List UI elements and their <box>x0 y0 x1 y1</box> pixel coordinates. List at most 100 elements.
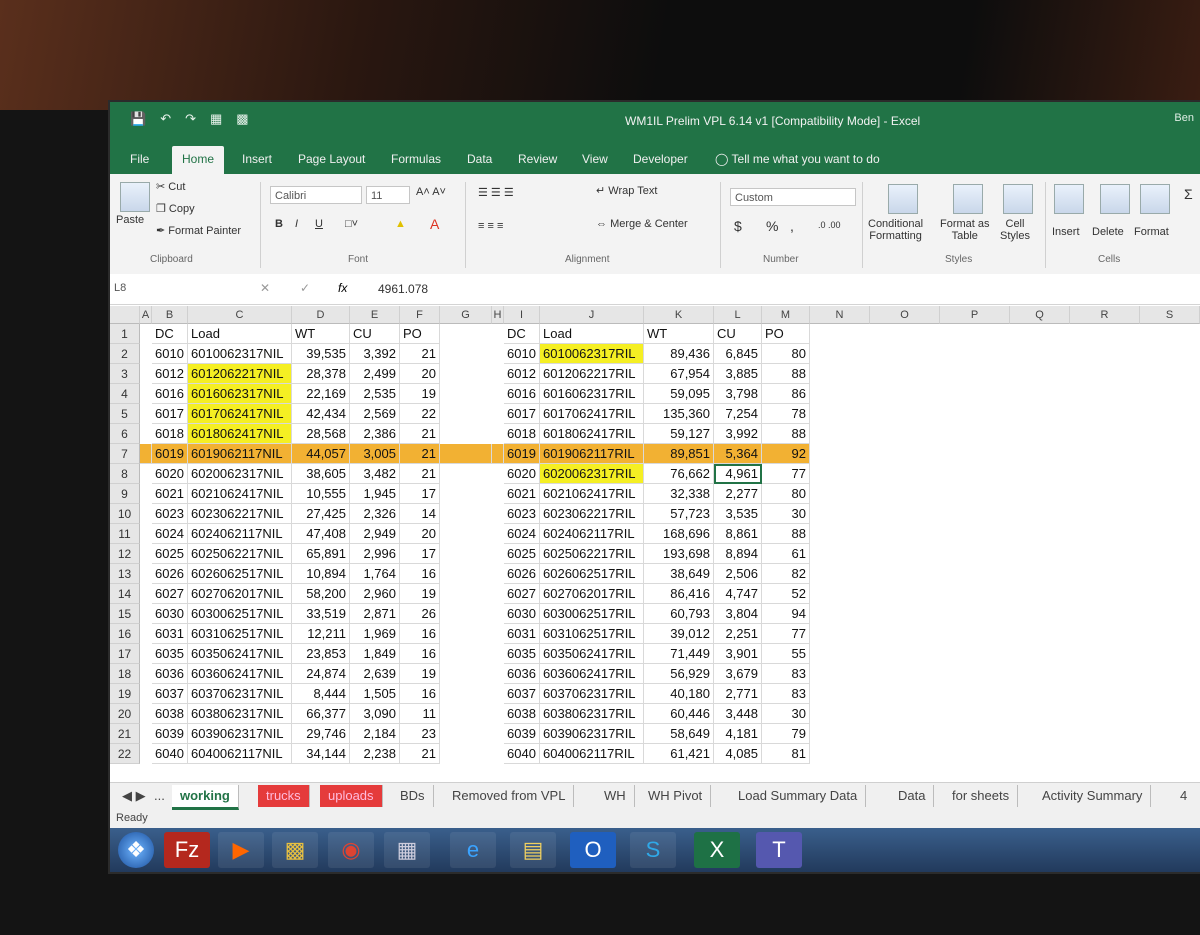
table-cell[interactable]: 6036 <box>504 664 540 684</box>
sheet-tab-wh-pivot[interactable]: WH Pivot <box>640 785 712 807</box>
name-box[interactable]: L8 <box>110 279 214 297</box>
table-cell[interactable]: 30 <box>762 704 810 724</box>
table-cell[interactable]: 17 <box>400 544 440 564</box>
table-cell[interactable]: 89,851 <box>644 444 714 464</box>
table-cell[interactable]: 2,871 <box>350 604 400 624</box>
user-name[interactable]: Ben <box>1174 112 1194 124</box>
table-cell[interactable]: 193,698 <box>644 544 714 564</box>
table-cell[interactable]: 6035 <box>504 644 540 664</box>
table-cell[interactable]: 6027062017NIL <box>188 584 292 604</box>
table-cell[interactable]: 7,254 <box>714 404 762 424</box>
table-cell[interactable]: 19 <box>400 384 440 404</box>
table-cell[interactable]: 28,568 <box>292 424 350 444</box>
table-cell[interactable]: 6024 <box>504 524 540 544</box>
worksheet-grid[interactable]: A B C D E F G H I J K L M N O P Q R S 1 2 3 4 5 6 7 8 9 10 11 12 13 14 15… <box>110 306 1200 786</box>
table-cell[interactable]: 6016 <box>504 384 540 404</box>
table-cell[interactable]: 89,436 <box>644 344 714 364</box>
table-cell[interactable]: 26 <box>400 604 440 624</box>
table-cell[interactable]: 4,181 <box>714 724 762 744</box>
table-cell[interactable]: 30 <box>762 504 810 524</box>
column-header[interactable]: M <box>762 306 810 324</box>
table-cell[interactable]: 16 <box>400 644 440 664</box>
table-cell[interactable]: 28,378 <box>292 364 350 384</box>
row-header[interactable]: 5 <box>110 404 140 424</box>
column-header[interactable]: B <box>152 306 188 324</box>
grid-icon[interactable]: ▩ <box>236 111 248 127</box>
table-cell[interactable]: 2,326 <box>350 504 400 524</box>
table-cell[interactable]: 6030 <box>152 604 188 624</box>
table-cell[interactable]: 59,127 <box>644 424 714 444</box>
column-header[interactable]: A <box>140 306 152 324</box>
table-cell[interactable]: 3,885 <box>714 364 762 384</box>
table-cell[interactable]: 60,793 <box>644 604 714 624</box>
table-cell[interactable]: 11 <box>400 704 440 724</box>
sheet-tab-activity-summary[interactable]: Activity Summary <box>1034 785 1152 807</box>
table-cell[interactable]: 6010062317NIL <box>188 344 292 364</box>
table-cell[interactable]: 6038 <box>504 704 540 724</box>
table-cell[interactable]: 71,449 <box>644 644 714 664</box>
chrome-icon[interactable]: ◉ <box>328 832 374 868</box>
table-cell[interactable]: 2,960 <box>350 584 400 604</box>
table-cell[interactable]: 10,555 <box>292 484 350 504</box>
table-cell[interactable]: 3,482 <box>350 464 400 484</box>
excel-icon[interactable]: X <box>694 832 740 868</box>
table-cell[interactable]: 6038062317RIL <box>540 704 644 724</box>
column-header[interactable]: Q <box>1010 306 1070 324</box>
table-cell[interactable]: 6023062217RIL <box>540 504 644 524</box>
folder-icon[interactable]: ▩ <box>272 832 318 868</box>
table-cell[interactable]: 6030062517NIL <box>188 604 292 624</box>
column-header[interactable]: G <box>440 306 492 324</box>
column-header[interactable]: N <box>810 306 870 324</box>
table-cell[interactable]: 3,535 <box>714 504 762 524</box>
table-cell[interactable]: 6027 <box>152 584 188 604</box>
column-header[interactable]: S <box>1140 306 1200 324</box>
currency-button[interactable]: $ <box>734 218 742 234</box>
table-cell[interactable]: 59,095 <box>644 384 714 404</box>
header-cell[interactable]: DC <box>152 324 188 344</box>
table-cell[interactable]: 58,200 <box>292 584 350 604</box>
table-cell[interactable]: 6027062017RIL <box>540 584 644 604</box>
table-cell[interactable]: 21 <box>400 744 440 764</box>
media-player-icon[interactable]: ▶ <box>218 832 264 868</box>
table-cell[interactable]: 80 <box>762 484 810 504</box>
table-cell[interactable]: 94 <box>762 604 810 624</box>
table-cell[interactable]: 38,605 <box>292 464 350 484</box>
table-cell[interactable]: 4,085 <box>714 744 762 764</box>
table-cell[interactable]: 6024062117NIL <box>188 524 292 544</box>
table-cell[interactable]: 6035 <box>152 644 188 664</box>
redo-icon[interactable]: ↷ <box>185 111 196 127</box>
table-cell[interactable]: 55 <box>762 644 810 664</box>
percent-button[interactable]: % <box>766 218 778 234</box>
bold-button[interactable]: B <box>275 218 283 230</box>
table-cell[interactable]: 4,961 <box>714 464 762 484</box>
table-cell[interactable]: 2,996 <box>350 544 400 564</box>
highlight-band-cell[interactable] <box>440 444 492 464</box>
highlight-band-cell[interactable] <box>140 444 152 464</box>
formula-input[interactable]: 4961.078 <box>378 282 428 296</box>
row-header[interactable]: 4 <box>110 384 140 404</box>
save-icon[interactable]: 💾 <box>130 111 146 127</box>
table-cell[interactable]: 40,180 <box>644 684 714 704</box>
header-cell[interactable]: WT <box>292 324 350 344</box>
table-cell[interactable]: 34,144 <box>292 744 350 764</box>
table-cell[interactable]: 2,949 <box>350 524 400 544</box>
table-cell[interactable]: 8,861 <box>714 524 762 544</box>
table-cell[interactable]: 6027 <box>504 584 540 604</box>
row-header[interactable]: 13 <box>110 564 140 584</box>
table-cell[interactable]: 6019 <box>504 444 540 464</box>
table-cell[interactable]: 6018062417RIL <box>540 424 644 444</box>
table-cell[interactable]: 6010 <box>504 344 540 364</box>
header-cell[interactable]: WT <box>644 324 714 344</box>
table-cell[interactable]: 6036062417NIL <box>188 664 292 684</box>
row-header[interactable]: 18 <box>110 664 140 684</box>
table-cell[interactable]: 76,662 <box>644 464 714 484</box>
column-header[interactable]: L <box>714 306 762 324</box>
conditional-formatting-icon[interactable] <box>888 184 918 214</box>
table-cell[interactable]: 1,945 <box>350 484 400 504</box>
table-cell[interactable]: 22,169 <box>292 384 350 404</box>
table-cell[interactable]: 20 <box>400 524 440 544</box>
table-cell[interactable]: 61 <box>762 544 810 564</box>
table-cell[interactable]: 78 <box>762 404 810 424</box>
row-header[interactable]: 21 <box>110 724 140 744</box>
table-cell[interactable]: 6020 <box>504 464 540 484</box>
